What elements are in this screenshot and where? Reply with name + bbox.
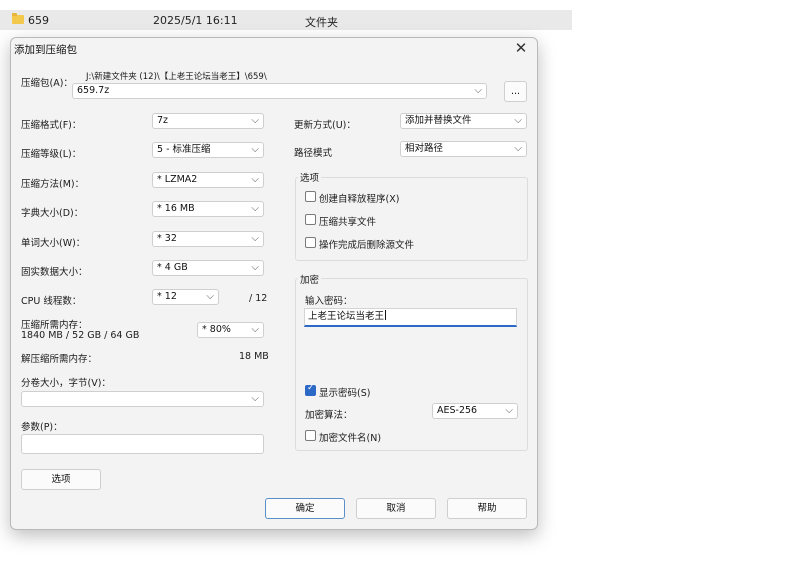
update-select[interactable]: 添加并替换文件 ⌵ (400, 113, 527, 129)
enc-method-label: 加密算法： (305, 410, 353, 421)
shared-checkbox[interactable] (305, 214, 316, 225)
add-to-archive-dialog: 添加到压缩包 ✕ 压缩包(A)： J:\新建文件夹 (12)\【上老王论坛当老王… (10, 37, 538, 530)
pathmode-label: 路径模式 (294, 148, 333, 159)
threads-select[interactable]: * 12 ⌵ (152, 289, 219, 305)
cancel-button[interactable]: 取消 (356, 498, 436, 519)
explorer-row-name: 659 (28, 14, 49, 27)
explorer-row[interactable]: 659 2025/5/1 16:11 文件夹 (0, 10, 572, 30)
chevron-down-icon: ⌵ (514, 143, 522, 154)
archive-name-combo[interactable]: 659.7z ⌵ (72, 83, 487, 99)
dict-select[interactable]: * 16 MB ⌵ (152, 201, 264, 217)
chevron-down-icon: ⌵ (251, 203, 259, 214)
options-button[interactable]: 选项 (21, 469, 101, 490)
password-label: 输入密码： (305, 296, 353, 307)
encrypt-names-label: 加密文件名(N) (319, 433, 382, 444)
level-select[interactable]: 5 - 标准压缩 ⌵ (152, 142, 264, 158)
solid-value: * 4 GB (157, 262, 188, 273)
chevron-down-icon: ⌵ (251, 144, 259, 155)
pathmode-select[interactable]: 相对路径 ⌵ (400, 141, 527, 157)
level-value: 5 - 标准压缩 (157, 144, 211, 155)
shared-label: 压缩共享文件 (319, 217, 377, 228)
text-caret (385, 310, 387, 320)
chevron-down-icon: ⌵ (251, 324, 259, 335)
update-label: 更新方式(U)： (294, 120, 356, 131)
level-label: 压缩等级(L)： (21, 149, 82, 160)
threads-value: * 12 (157, 291, 177, 302)
chevron-down-icon: ⌵ (251, 262, 259, 273)
chevron-down-icon: ⌵ (251, 233, 259, 244)
solid-select[interactable]: * 4 GB ⌵ (152, 260, 264, 276)
archive-label: 压缩包(A)： (21, 78, 73, 89)
explorer-row-date: 2025/5/1 16:11 (153, 14, 238, 27)
encryption-group-title: 加密 (298, 272, 322, 286)
mem-label: 压缩所需内存： (21, 320, 88, 331)
decomp-mem-value: 18 MB (239, 351, 269, 362)
mem-usage-select[interactable]: * 80% ⌵ (197, 322, 264, 338)
encrypt-names-checkbox[interactable] (305, 430, 316, 441)
dialog-title: 添加到压缩包 (14, 44, 77, 56)
sfx-checkbox[interactable] (305, 191, 316, 202)
word-label: 单词大小(W)： (21, 238, 86, 249)
decomp-mem-label: 解压缩所需内存： (21, 354, 98, 365)
dict-value: * 16 MB (157, 203, 195, 214)
volume-combo[interactable]: ⌵ (21, 391, 264, 407)
archive-path: J:\新建文件夹 (12)\【上老王论坛当老王】\659\ (86, 72, 267, 82)
dict-label: 字典大小(D)： (21, 208, 84, 219)
options-group-title: 选项 (298, 170, 322, 184)
params-label: 参数(P)： (21, 422, 63, 433)
mem-usage-value: * 80% (202, 324, 231, 335)
chevron-down-icon: ⌵ (251, 393, 259, 404)
close-icon[interactable]: ✕ (511, 39, 531, 57)
show-password-checkbox[interactable] (305, 383, 316, 396)
archive-name-value: 659.7z (77, 85, 110, 96)
chevron-down-icon: ⌵ (505, 405, 513, 416)
threads-label: CPU 线程数： (21, 296, 82, 307)
params-input[interactable] (21, 434, 264, 454)
solid-label: 固实数据大小： (21, 267, 88, 278)
folder-icon (12, 13, 24, 24)
chevron-down-icon: ⌵ (251, 115, 259, 126)
enc-method-value: AES-256 (437, 405, 478, 416)
enc-method-select[interactable]: AES-256 ⌵ (432, 403, 518, 419)
method-select[interactable]: * LZMA2 ⌵ (152, 172, 264, 188)
word-select[interactable]: * 32 ⌵ (152, 231, 264, 247)
password-input[interactable]: 上老王论坛当老王 (304, 308, 517, 327)
chevron-down-icon: ⌵ (474, 85, 482, 96)
sfx-label: 创建自释放程序(X) (319, 194, 400, 205)
word-value: * 32 (157, 233, 177, 244)
delete-after-label: 操作完成后删除源文件 (319, 240, 415, 251)
browse-button[interactable]: ... (504, 81, 527, 102)
threads-total: / 12 (249, 293, 268, 304)
password-value: 上老王论坛当老王 (308, 311, 385, 322)
method-value: * LZMA2 (157, 174, 198, 185)
help-button[interactable]: 帮助 (447, 498, 527, 519)
format-select[interactable]: 7z ⌵ (152, 113, 264, 129)
chevron-down-icon: ⌵ (251, 174, 259, 185)
show-password-label: 显示密码(S) (319, 388, 371, 399)
ok-button[interactable]: 确定 (265, 498, 345, 519)
chevron-down-icon: ⌵ (206, 291, 214, 302)
update-value: 添加并替换文件 (405, 115, 472, 126)
method-label: 压缩方法(M)： (21, 179, 85, 190)
mem-detail: 1840 MB / 52 GB / 64 GB (21, 330, 140, 341)
explorer-row-type: 文件夹 (305, 16, 338, 29)
format-label: 压缩格式(F)： (21, 120, 82, 131)
chevron-down-icon: ⌵ (514, 115, 522, 126)
pathmode-value: 相对路径 (405, 143, 444, 154)
delete-after-checkbox[interactable] (305, 237, 316, 248)
volume-label: 分卷大小，字节(V)： (21, 378, 111, 389)
format-value: 7z (157, 115, 169, 126)
